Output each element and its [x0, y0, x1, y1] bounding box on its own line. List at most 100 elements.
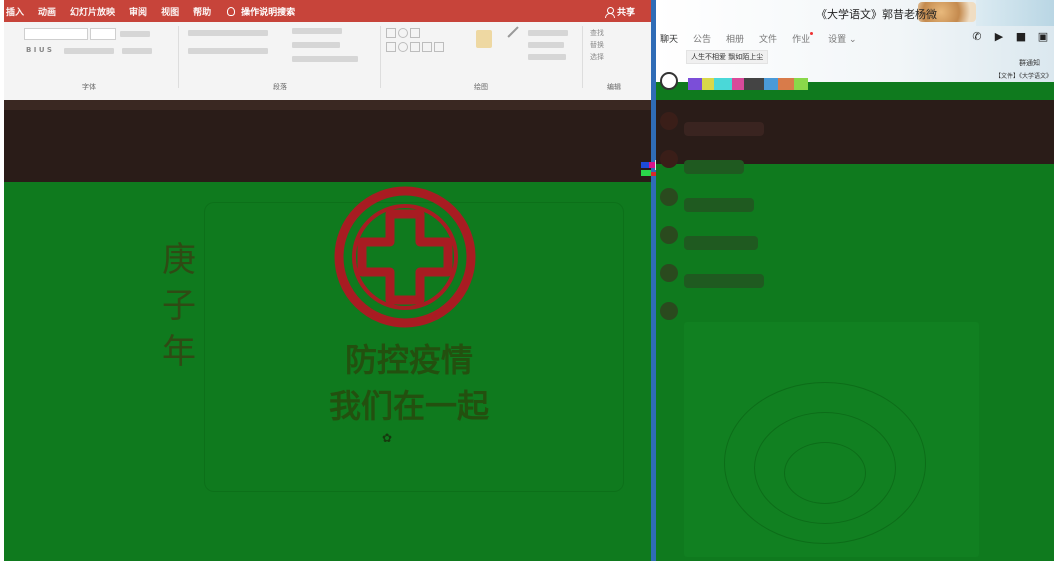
tab-settings[interactable]: 设置 ⌄ [828, 32, 856, 45]
share-button[interactable]: 共享 [604, 5, 635, 18]
tab-view[interactable]: 视图 [161, 5, 179, 18]
avatar[interactable] [660, 150, 678, 168]
group-notice-title[interactable]: 群通知 [1019, 58, 1040, 68]
ribbon-separator [380, 26, 381, 88]
avatar[interactable] [660, 72, 678, 90]
avatar[interactable] [660, 302, 678, 320]
message-bubble[interactable] [684, 160, 744, 174]
tab-homework[interactable]: 作业 [792, 32, 814, 45]
message-bubble[interactable] [684, 198, 754, 212]
tab-files[interactable]: 文件 [759, 32, 777, 45]
arrange-icon[interactable] [476, 30, 492, 48]
tell-me-label: 操作说明搜索 [241, 7, 296, 18]
slide-title-line-1: 防控疫情 [344, 341, 473, 379]
group-chat-window: 《大学语文》郭昔老杨微 聊天 公告 相册 文件 作业 设置 ⌄ ✆ ▶ ■ ▣ … [656, 0, 1054, 561]
image-message[interactable] [684, 322, 979, 557]
text-direction-button[interactable] [292, 28, 342, 34]
slide-top-strip [4, 100, 651, 110]
tab-settings-label: 设置 [828, 35, 847, 45]
list-buttons[interactable] [188, 30, 268, 36]
avatar[interactable] [660, 226, 678, 244]
ribbon-separator [178, 26, 179, 88]
align-text-button[interactable] [292, 42, 340, 48]
font-name-select[interactable] [24, 28, 88, 40]
person-icon [604, 6, 615, 18]
shape-star-icon[interactable] [422, 42, 432, 52]
tab-album[interactable]: 相册 [726, 32, 744, 45]
chat-toolbar: ✆ ▶ ■ ▣ [962, 30, 1050, 44]
ppt-ribbon: B I U S 字体 段落 绘图 查找 替换 选择 编辑 [4, 22, 651, 101]
tab-insert[interactable]: 插入 [6, 5, 24, 18]
share-label: 共享 [616, 8, 635, 18]
slide-canvas[interactable]: 庚子年 防控疫情 我们在一起 ✿ [4, 182, 651, 561]
shape-triangle-icon[interactable] [386, 42, 396, 52]
group-files-link[interactable]: 【文件】《大学语文》 [995, 71, 1052, 80]
powerpoint-window: 插入 动画 幻灯片放映 审阅 视图 帮助 操作说明搜索 共享 B I U S 字… [4, 0, 651, 561]
smartart-button[interactable] [292, 56, 358, 62]
more-icon[interactable]: ▣ [1036, 30, 1050, 44]
image-pattern [784, 442, 866, 504]
rendering-artifact [688, 78, 808, 90]
select-button[interactable]: 选择 [590, 52, 604, 62]
font-grow-buttons[interactable] [120, 31, 150, 37]
tab-chat[interactable]: 聊天 [660, 32, 678, 45]
chat-header: 《大学语文》郭昔老杨微 聊天 公告 相册 文件 作业 设置 ⌄ ✆ ▶ ■ ▣ … [656, 0, 1054, 82]
replace-button[interactable]: 替换 [590, 40, 604, 50]
shape-effects-button[interactable] [528, 54, 566, 60]
avatar[interactable] [660, 188, 678, 206]
tab-help[interactable]: 帮助 [193, 5, 211, 18]
slide-title: 防控疫情 我们在一起 [299, 337, 519, 429]
editing-group: 查找 替换 选择 编辑 [584, 24, 644, 92]
shape-oval-icon[interactable] [398, 28, 408, 38]
tab-animations[interactable]: 动画 [38, 5, 56, 18]
pinned-announcement[interactable]: 人生不相爱 飘如陌上尘 [686, 50, 769, 64]
screen-share-icon[interactable]: ■ [1014, 30, 1028, 44]
avatar[interactable] [660, 112, 678, 130]
slide-side-text: 庚子年 [162, 240, 196, 372]
message-bubble[interactable] [684, 236, 758, 250]
chevron-down-icon: ⌄ [848, 35, 857, 45]
ribbon-separator [582, 26, 583, 88]
font-size-select[interactable] [90, 28, 116, 40]
phone-icon[interactable]: ✆ [970, 30, 984, 44]
paragraph-group-label: 段落 [273, 83, 287, 91]
video-icon[interactable]: ▶ [992, 30, 1006, 44]
shape-rect-icon[interactable] [386, 28, 396, 38]
tab-homework-label: 作业 [792, 35, 811, 45]
message-bubble[interactable] [684, 274, 764, 288]
drawing-group: 绘图 [382, 24, 580, 92]
tab-announcement[interactable]: 公告 [693, 32, 711, 45]
font-group: B I U S 字体 [4, 24, 174, 92]
shape-arrow-icon[interactable] [410, 42, 420, 52]
paragraph-group: 段落 [182, 24, 378, 92]
shape-more-icon[interactable] [434, 42, 444, 52]
message-list[interactable] [656, 72, 1054, 561]
unread-dot-icon [810, 32, 814, 35]
shape-line-icon[interactable] [410, 28, 420, 38]
shape-outline-button[interactable] [528, 42, 564, 48]
lightbulb-icon [227, 6, 236, 16]
shape-circle-icon[interactable] [398, 42, 408, 52]
tab-slideshow[interactable]: 幻灯片放映 [70, 5, 115, 18]
header-decoration [976, 0, 1054, 26]
bold-italic-underline-buttons[interactable]: B I U S [26, 46, 52, 54]
font-color-button[interactable] [122, 48, 152, 54]
drawing-group-label: 绘图 [474, 83, 488, 91]
font-group-label: 字体 [82, 83, 96, 91]
message-bubble[interactable] [684, 122, 764, 136]
ppt-ribbon-tabs: 插入 动画 幻灯片放映 审阅 视图 帮助 操作说明搜索 共享 [4, 0, 651, 22]
group-title: 《大学语文》郭昔老杨微 [816, 8, 937, 21]
tab-review[interactable]: 审阅 [129, 5, 147, 18]
align-buttons[interactable] [188, 48, 268, 54]
quick-styles-icon[interactable] [507, 26, 529, 48]
tell-me-search[interactable]: 操作说明搜索 [227, 5, 295, 18]
slide-logo: ✿ [382, 431, 393, 445]
editing-group-label: 编辑 [607, 83, 621, 91]
avatar[interactable] [660, 264, 678, 282]
slide-title-line-2: 我们在一起 [328, 387, 489, 425]
font-effects-buttons[interactable] [64, 48, 114, 54]
medical-cross-icon [334, 186, 476, 328]
chat-tabs: 聊天 公告 相册 文件 作业 设置 ⌄ [660, 32, 872, 45]
shape-fill-button[interactable] [528, 30, 568, 36]
find-button[interactable]: 查找 [590, 28, 604, 38]
